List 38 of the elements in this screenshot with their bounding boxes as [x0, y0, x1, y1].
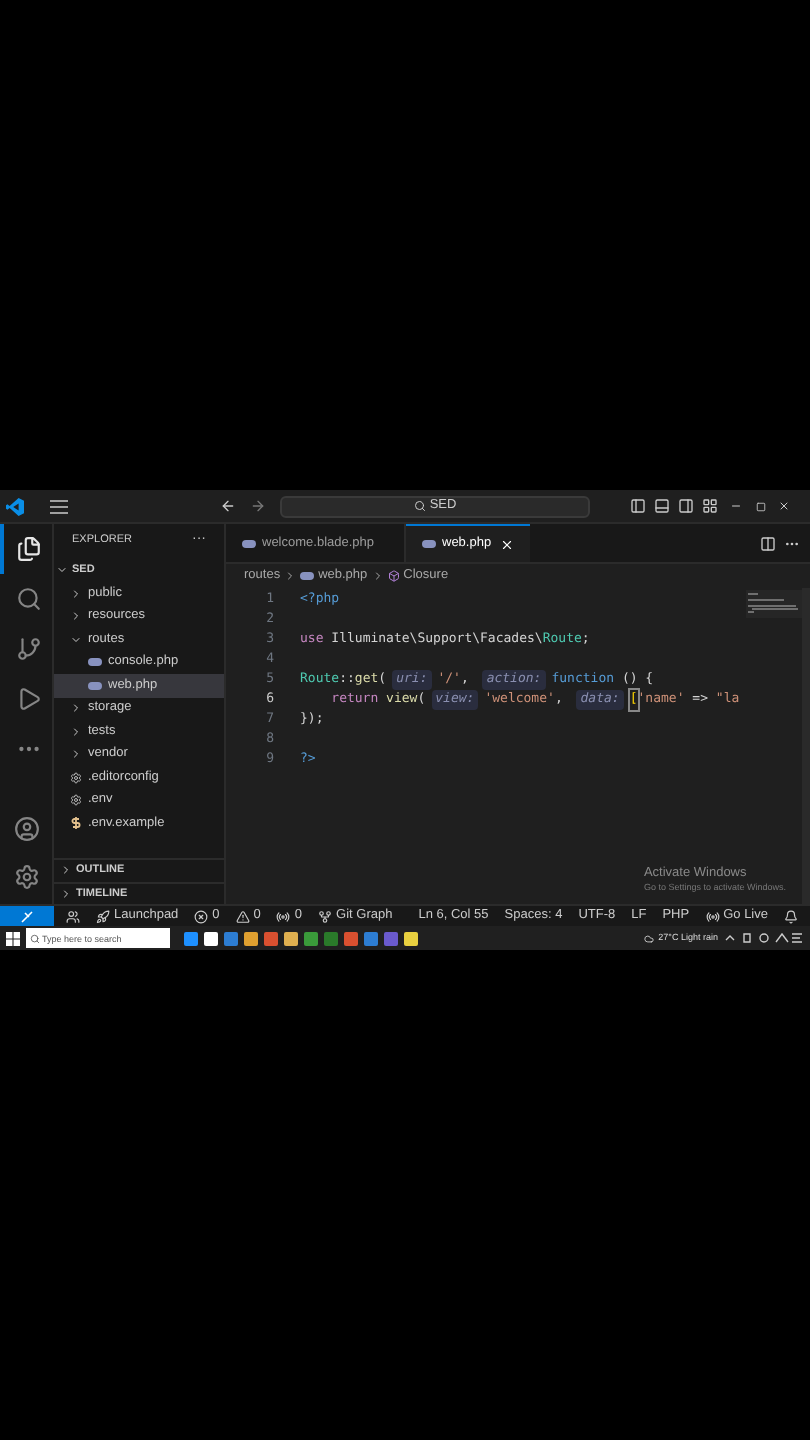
- ports-icon: [276, 909, 291, 923]
- app-logo-icon: [6, 497, 24, 515]
- live-icon: [705, 909, 720, 923]
- symbol-icon: [387, 570, 400, 582]
- layout-icon[interactable]: [702, 498, 718, 514]
- chevron-icon: [284, 570, 297, 582]
- windows-logo-icon[interactable]: [6, 931, 20, 945]
- php-file-icon: [300, 572, 315, 580]
- minimize-icon[interactable]: [730, 500, 742, 512]
- gear-icon: [70, 794, 82, 807]
- back-icon[interactable]: [220, 498, 236, 514]
- php-file-icon: [242, 539, 256, 547]
- bell-icon: [784, 909, 798, 923]
- panel-toggle-icon[interactable]: [654, 498, 670, 514]
- maximize-icon[interactable]: [756, 501, 766, 511]
- dollar-icon: [70, 816, 82, 831]
- chevron-icon: [56, 564, 68, 576]
- close-tab-icon[interactable]: [500, 537, 514, 551]
- gear-icon: [70, 771, 82, 784]
- cloud-icon: [644, 933, 655, 943]
- search-icon: [26, 928, 42, 948]
- close-icon[interactable]: [778, 500, 790, 512]
- remote-icon: [20, 909, 34, 923]
- launchpad-icon: [96, 909, 110, 923]
- forward-icon[interactable]: [250, 498, 266, 514]
- system-tray-icon[interactable]: [724, 932, 804, 944]
- split-editor-icon[interactable]: [760, 535, 776, 551]
- errors-icon: [194, 909, 209, 923]
- git-graph-icon: [318, 909, 333, 923]
- php-file-icon: [422, 540, 436, 548]
- accounts-icon: [66, 909, 80, 923]
- sidebar-toggle-icon[interactable]: [630, 498, 646, 514]
- search-icon: [413, 500, 426, 512]
- minimap[interactable]: [746, 590, 802, 618]
- secondary-sidebar-icon[interactable]: [678, 498, 694, 514]
- menu-icon[interactable]: [50, 499, 68, 513]
- warnings-icon: [235, 909, 250, 923]
- chevron-icon: [371, 570, 384, 582]
